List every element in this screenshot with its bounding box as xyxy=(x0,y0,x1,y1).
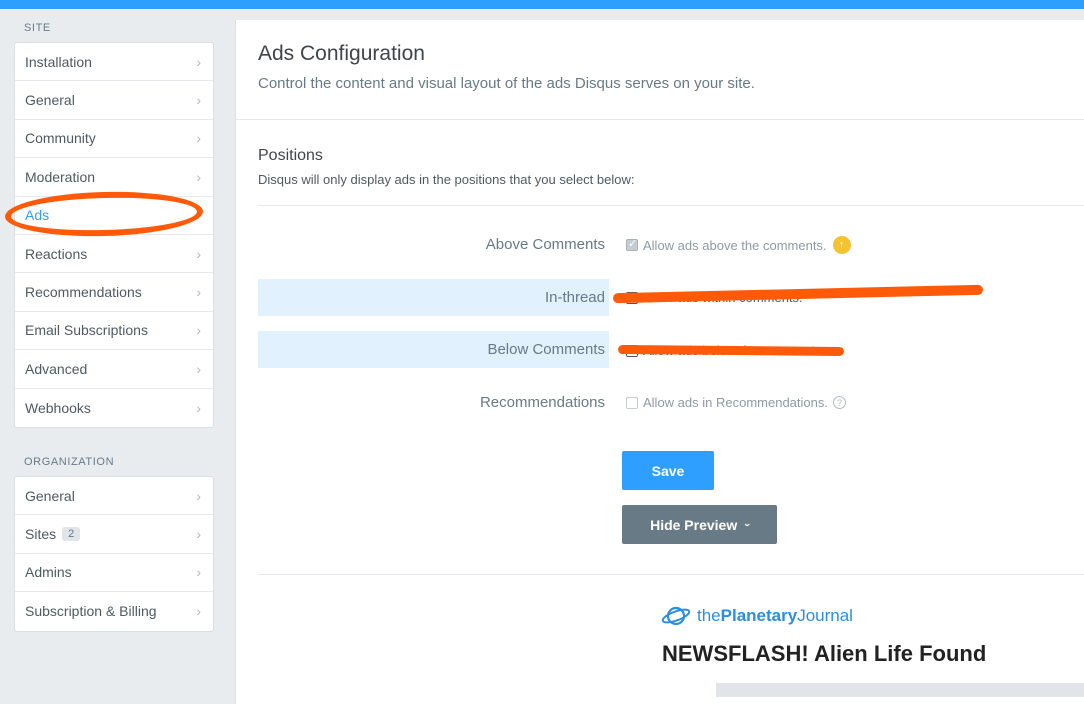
sidebar-item-sites[interactable]: Sites 2 › xyxy=(15,515,213,554)
planet-icon xyxy=(661,606,691,626)
organization-section-label: ORGANIZATION xyxy=(24,456,115,468)
sidebar-item-label: Moderation xyxy=(25,168,96,185)
positions-title: Positions xyxy=(258,147,323,164)
site-section-label: SITE xyxy=(24,22,51,34)
help-icon[interactable]: ? xyxy=(832,396,846,409)
chevron-right-icon: › xyxy=(196,53,201,70)
sidebar-item-label: Sites xyxy=(25,526,57,543)
preview-headline: NEWSFLASH! Alien Life Found xyxy=(662,641,987,666)
sidebar-item-general[interactable]: General › xyxy=(15,81,213,120)
sidebar-item-label: Subscription & Billing xyxy=(25,603,157,620)
sidebar-item-label: General xyxy=(25,487,75,504)
in-thread-checkbox[interactable] xyxy=(626,291,638,304)
above-comments-option-text: Allow ads above the comments. xyxy=(643,237,827,253)
hide-preview-button[interactable]: Hide Preview › xyxy=(622,505,777,544)
chevron-right-icon: › xyxy=(196,526,201,543)
positions-subtitle: Disqus will only display ads in the posi… xyxy=(258,172,635,187)
sites-count-badge: 2 xyxy=(62,527,81,542)
preview-divider xyxy=(258,574,1084,575)
sidebar-item-community[interactable]: Community › xyxy=(15,120,213,159)
above-comments-label: Above Comments xyxy=(485,236,605,253)
sidebar-item-label: Reactions xyxy=(25,245,88,262)
sidebar-item-installation[interactable]: Installation › xyxy=(15,43,213,82)
above-comments-checkbox[interactable] xyxy=(626,237,638,251)
sidebar-item-admins[interactable]: Admins › xyxy=(15,554,213,593)
sidebar-item-reactions[interactable]: Reactions › xyxy=(15,235,213,274)
sidebar-item-label: Email Subscriptions xyxy=(25,322,148,339)
header-divider xyxy=(236,119,1084,120)
recommendations-option-text: Allow ads in Recommendations. xyxy=(643,395,828,410)
logo-text: thePlanetaryJournal xyxy=(697,606,853,625)
sidebar-item-label: Installation xyxy=(25,53,92,70)
positions-divider xyxy=(258,205,1084,206)
sidebar-item-label: Recommendations xyxy=(25,284,142,301)
sidebar-item-advanced[interactable]: Advanced › xyxy=(15,350,213,389)
planetary-journal-logo: thePlanetaryJournal xyxy=(661,604,853,628)
page-subtitle: Control the content and visual layout of… xyxy=(258,75,755,92)
chevron-right-icon: › xyxy=(196,322,201,339)
chevron-right-icon: › xyxy=(196,245,201,262)
preview-placeholder-bar xyxy=(716,683,1084,697)
chevron-right-icon: › xyxy=(196,603,201,620)
sidebar-item-label: Ads xyxy=(25,207,50,224)
sidebar-item-label: Community xyxy=(25,130,96,147)
top-accent-bar xyxy=(0,0,1084,9)
save-button[interactable]: Save xyxy=(622,451,714,490)
chevron-down-icon: › xyxy=(741,522,754,527)
chevron-right-icon: › xyxy=(196,130,201,147)
chevron-right-icon: › xyxy=(196,564,201,581)
chevron-right-icon: › xyxy=(196,487,201,504)
page-title: Ads Configuration xyxy=(258,42,425,65)
recommendations-option[interactable]: Allow ads in Recommendations. ? xyxy=(626,395,846,410)
sidebar-item-org-general[interactable]: General › xyxy=(15,477,213,516)
in-thread-label: In-thread xyxy=(258,279,609,316)
organization-nav: General › Sites 2 › Admins › Subscription & … xyxy=(14,476,214,632)
sidebar-item-label: General xyxy=(25,92,75,109)
sidebar-item-ads[interactable]: Ads › xyxy=(15,197,213,235)
sidebar-item-subscription-billing[interactable]: Subscription & Billing › xyxy=(15,592,213,630)
sidebar-item-moderation[interactable]: Moderation › xyxy=(15,158,213,197)
site-nav: Installation › General › Community › Modera… xyxy=(14,42,214,428)
chevron-right-icon: › xyxy=(196,168,201,185)
upgrade-arrow-icon[interactable]: ↑ xyxy=(832,236,851,254)
hide-preview-label: Hide Preview xyxy=(650,516,738,533)
chevron-right-icon: › xyxy=(196,360,201,377)
sidebar-item-recommendations[interactable]: Recommendations › xyxy=(15,273,213,312)
below-comments-option-text: Allow ads below the comments. xyxy=(643,343,826,358)
in-thread-option[interactable]: Allow ads within comments. xyxy=(626,290,803,305)
below-comments-option[interactable]: Allow ads below the comments. xyxy=(626,343,825,358)
recommendations-label: Recommendations xyxy=(479,394,605,411)
in-thread-option-text: Allow ads within comments. xyxy=(643,290,803,305)
chevron-right-icon: › xyxy=(196,284,201,301)
chevron-right-icon: › xyxy=(196,92,201,109)
sidebar-item-label: Webhooks xyxy=(25,399,91,416)
sidebar-item-email-subscriptions[interactable]: Email Subscriptions › xyxy=(15,312,213,351)
chevron-right-icon: › xyxy=(196,207,201,224)
main-panel: Ads Configuration Control the content an… xyxy=(235,20,1084,704)
sidebar-item-webhooks[interactable]: Webhooks › xyxy=(15,389,213,427)
sidebar-item-label: Admins xyxy=(25,564,72,581)
above-comments-option[interactable]: Allow ads above the comments. ↑ xyxy=(626,236,851,254)
chevron-right-icon: › xyxy=(196,399,201,416)
below-comments-checkbox[interactable] xyxy=(626,344,638,357)
below-comments-label: Below Comments xyxy=(258,331,609,368)
recommendations-checkbox[interactable] xyxy=(626,396,638,409)
sidebar-item-label: Advanced xyxy=(25,360,88,377)
